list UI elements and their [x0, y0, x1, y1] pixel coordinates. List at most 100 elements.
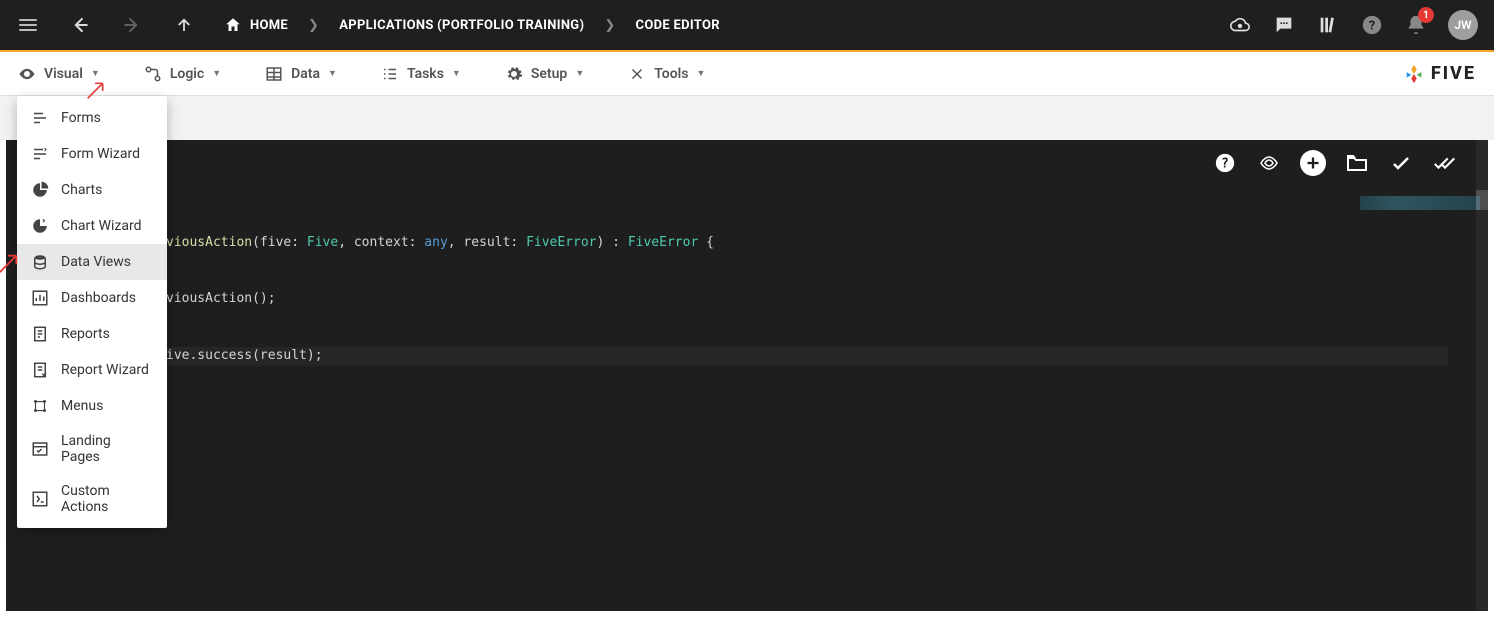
- brand-logo: FIVE: [1403, 63, 1476, 85]
- menu-label: Data: [291, 66, 320, 82]
- chart-wizard-icon: [31, 217, 49, 235]
- menu-setup[interactable]: Setup ▼: [505, 65, 584, 83]
- menu-label: Tasks: [407, 66, 444, 82]
- dropdown-label: Form Wizard: [61, 146, 140, 162]
- code-content: viousAction(five: Five, context: any, re…: [166, 196, 1448, 403]
- menus-icon: [31, 397, 49, 415]
- charts-icon: [31, 181, 49, 199]
- avatar[interactable]: JW: [1448, 10, 1478, 40]
- scrollbar-thumb[interactable]: [1476, 190, 1488, 210]
- breadcrumb-label: APPLICATIONS (PORTFOLIO TRAINING): [339, 18, 584, 33]
- menu-tools[interactable]: Tools ▼: [628, 65, 705, 83]
- dropdown-label: Custom Actions: [61, 483, 153, 515]
- dropdown-forms[interactable]: Forms: [17, 100, 167, 136]
- table-icon: [265, 65, 283, 83]
- menu-data[interactable]: Data ▼: [265, 65, 337, 83]
- notifications-icon[interactable]: 1: [1404, 13, 1428, 37]
- report-wizard-icon: [31, 361, 49, 379]
- annotation-arrow-icon: [0, 252, 20, 274]
- dropdown-reports[interactable]: Reports: [17, 316, 167, 352]
- chevron-right-icon: ❯: [604, 18, 615, 33]
- editor-ai-icon[interactable]: [1256, 150, 1282, 176]
- code-token: Five: [307, 235, 338, 250]
- dropdown-label: Chart Wizard: [61, 218, 141, 234]
- up-arrow-icon[interactable]: [172, 13, 196, 37]
- dropdown-custom-actions[interactable]: Custom Actions: [17, 474, 167, 524]
- svg-text:?: ?: [1221, 157, 1229, 172]
- menu-label: Visual: [44, 66, 83, 82]
- menu-label: Logic: [170, 66, 204, 82]
- code-token: {: [698, 235, 714, 250]
- editor-check-icon[interactable]: [1388, 150, 1414, 176]
- home-icon: [224, 16, 242, 34]
- chevron-down-icon: ▼: [452, 68, 461, 79]
- menu-label: Setup: [531, 66, 567, 82]
- chevron-down-icon: ▼: [212, 68, 221, 79]
- chevron-down-icon: ▼: [696, 68, 705, 79]
- brand-text: FIVE: [1431, 63, 1476, 84]
- annotation-arrow-icon: [86, 80, 106, 100]
- code-token: ive.success(result);: [166, 348, 323, 363]
- breadcrumb-label: HOME: [250, 18, 288, 33]
- breadcrumb-applications[interactable]: APPLICATIONS (PORTFOLIO TRAINING): [339, 18, 584, 33]
- data-views-icon: [31, 253, 49, 271]
- dropdown-label: Charts: [61, 182, 102, 198]
- dropdown-label: Forms: [61, 110, 101, 126]
- code-token: any: [424, 235, 447, 250]
- breadcrumb-code-editor[interactable]: CODE EDITOR: [636, 18, 720, 33]
- dropdown-label: Data Views: [61, 254, 131, 270]
- editor-open-icon[interactable]: [1344, 150, 1370, 176]
- breadcrumb: HOME ❯ APPLICATIONS (PORTFOLIO TRAINING)…: [224, 16, 720, 34]
- code-token: , result:: [448, 235, 526, 250]
- reports-icon: [31, 325, 49, 343]
- back-arrow-icon[interactable]: [68, 13, 92, 37]
- dropdown-landing-pages[interactable]: Landing Pages: [17, 424, 167, 474]
- code-token: FiveError: [526, 235, 596, 250]
- chevron-down-icon: ▼: [91, 68, 100, 79]
- dropdown-label: Reports: [61, 326, 110, 342]
- code-editor[interactable]: ? viousAction(five: Five, context: any, …: [6, 140, 1488, 611]
- logic-icon: [144, 65, 162, 83]
- code-token: , context:: [338, 235, 424, 250]
- substrip: [0, 96, 1494, 140]
- minimap[interactable]: [1360, 196, 1480, 210]
- topbar: HOME ❯ APPLICATIONS (PORTFOLIO TRAINING)…: [0, 0, 1494, 52]
- code-token: viousAction: [166, 235, 252, 250]
- dropdown-label: Menus: [61, 398, 103, 414]
- dropdown-data-views[interactable]: Data Views: [17, 244, 167, 280]
- dropdown-label: Dashboards: [61, 290, 136, 306]
- vertical-scrollbar[interactable]: [1476, 140, 1488, 611]
- editor-check-all-icon[interactable]: [1432, 150, 1458, 176]
- dropdown-label: Landing Pages: [61, 433, 153, 465]
- cloud-icon[interactable]: [1228, 13, 1252, 37]
- dropdown-menus[interactable]: Menus: [17, 388, 167, 424]
- editor-help-icon[interactable]: ?: [1212, 150, 1238, 176]
- landing-pages-icon: [31, 440, 49, 458]
- tools-icon: [628, 65, 646, 83]
- code-token: viousAction();: [166, 291, 276, 306]
- menu-logic[interactable]: Logic ▼: [144, 65, 221, 83]
- dropdown-chart-wizard[interactable]: Chart Wizard: [17, 208, 167, 244]
- dropdown-charts[interactable]: Charts: [17, 172, 167, 208]
- five-logo-icon: [1403, 63, 1425, 85]
- dropdown-report-wizard[interactable]: Report Wizard: [17, 352, 167, 388]
- tasks-icon: [381, 65, 399, 83]
- forms-icon: [31, 109, 49, 127]
- chat-icon[interactable]: [1272, 13, 1296, 37]
- dropdown-dashboards[interactable]: Dashboards: [17, 280, 167, 316]
- breadcrumb-home[interactable]: HOME: [224, 16, 288, 34]
- editor-add-icon[interactable]: [1300, 150, 1326, 176]
- eye-icon: [18, 65, 36, 83]
- menu-tasks[interactable]: Tasks ▼: [381, 65, 461, 83]
- help-icon[interactable]: ?: [1360, 13, 1384, 37]
- visual-dropdown: Forms Form Wizard Charts Chart Wizard Da…: [17, 96, 167, 528]
- svg-text:?: ?: [1369, 19, 1375, 34]
- editor-toolbar: ?: [1212, 150, 1458, 176]
- dropdown-label: Report Wizard: [61, 362, 149, 378]
- dropdown-form-wizard[interactable]: Form Wizard: [17, 136, 167, 172]
- chevron-right-icon: ❯: [308, 18, 319, 33]
- code-token: ) :: [597, 235, 628, 250]
- notification-badge: 1: [1418, 7, 1434, 23]
- library-icon[interactable]: [1316, 13, 1340, 37]
- hamburger-icon[interactable]: [16, 13, 40, 37]
